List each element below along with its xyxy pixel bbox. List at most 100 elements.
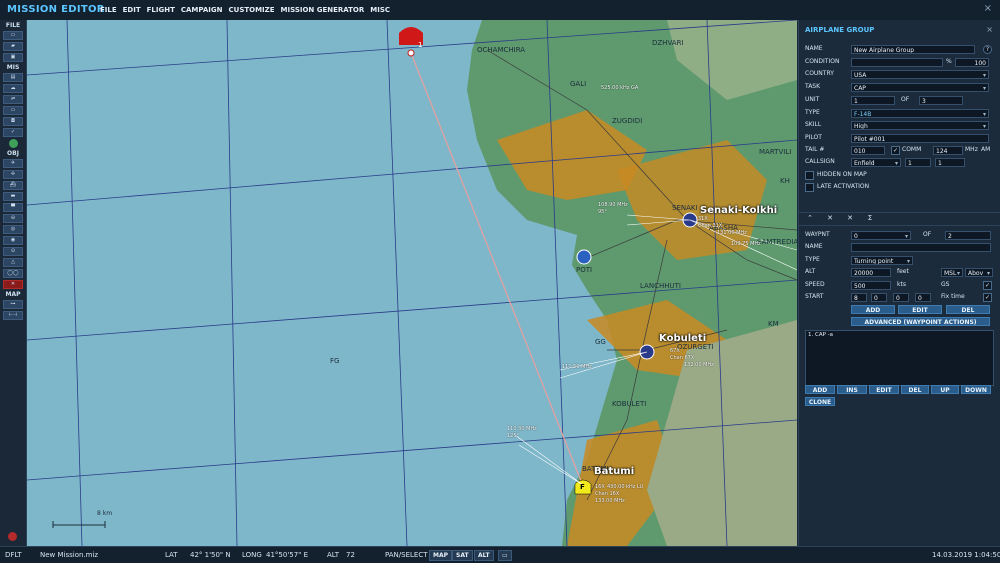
alt-ref2-select[interactable]: Abov bbox=[965, 267, 993, 277]
save-icon[interactable]: ▣ bbox=[3, 53, 23, 62]
tab-route[interactable]: ⌃ bbox=[803, 214, 817, 224]
action-edit-button[interactable]: EDIT bbox=[869, 385, 899, 394]
batumi-letter: F bbox=[580, 483, 585, 491]
alt-field[interactable]: 20000 bbox=[851, 267, 891, 277]
action-clone-button[interactable]: CLONE bbox=[805, 397, 835, 406]
start-sec[interactable]: 0 bbox=[915, 292, 931, 302]
open-folder-icon[interactable]: ▰ bbox=[3, 42, 23, 51]
check-icon[interactable]: ✓ bbox=[3, 128, 23, 137]
fob-icon[interactable]: ◎ bbox=[3, 225, 23, 234]
help-icon[interactable]: ? bbox=[983, 44, 992, 54]
advanced-actions-button[interactable]: ADVANCED (WAYPOINT ACTIONS) bbox=[851, 317, 990, 326]
tab-summary[interactable]: Σ bbox=[863, 214, 877, 224]
menu-file[interactable]: FILE bbox=[100, 6, 117, 14]
measure-icon[interactable]: ⊢⊣ bbox=[3, 311, 23, 320]
delete-icon[interactable]: ✕ bbox=[3, 280, 23, 289]
waypoint-marker[interactable] bbox=[407, 49, 415, 57]
unit-stepper[interactable]: 1 bbox=[851, 95, 895, 105]
menu-customize[interactable]: CUSTOMIZE bbox=[229, 6, 275, 14]
action-delete-button[interactable]: DEL bbox=[901, 385, 929, 394]
tail-field[interactable]: 010 bbox=[851, 145, 885, 155]
zone-icon[interactable]: ⊙ bbox=[3, 247, 23, 256]
group-icon[interactable]: ◯◯ bbox=[3, 269, 23, 278]
start-min[interactable]: 0 bbox=[893, 292, 909, 302]
menu-flight[interactable]: FLIGHT bbox=[147, 6, 175, 14]
ship-icon[interactable]: ⛴ bbox=[3, 181, 23, 190]
map-mode-button[interactable]: MAP bbox=[429, 550, 453, 561]
action-insert-button[interactable]: INS bbox=[837, 385, 867, 394]
map-canvas[interactable] bbox=[27, 20, 797, 546]
alt-ref-select[interactable]: MSL bbox=[941, 267, 963, 277]
menu-campaign[interactable]: CAMPAIGN bbox=[181, 6, 223, 14]
close-icon[interactable]: × bbox=[984, 3, 992, 14]
unit-total-field[interactable]: 3 bbox=[919, 95, 963, 105]
speed-field[interactable]: 500 bbox=[851, 280, 891, 290]
sat-mode-button[interactable]: SAT bbox=[452, 550, 473, 561]
briefing-icon[interactable]: ▤ bbox=[3, 73, 23, 82]
record-icon[interactable] bbox=[8, 532, 17, 541]
gs-checkbox[interactable]: ✓ bbox=[983, 281, 992, 290]
tab-targets[interactable]: ✕ bbox=[823, 214, 837, 224]
menu-mission-generator[interactable]: MISSION GENERATOR bbox=[281, 6, 365, 14]
alt-mode-button[interactable]: ALT bbox=[474, 550, 494, 561]
start-day[interactable]: 8 bbox=[851, 292, 867, 302]
panel-close-icon[interactable]: × bbox=[986, 25, 993, 34]
late-activation-checkbox[interactable] bbox=[805, 183, 814, 192]
wp-name-field[interactable] bbox=[851, 242, 991, 252]
weather-icon[interactable]: ☁ bbox=[3, 84, 23, 93]
action-item[interactable]: 1. CAP -a bbox=[806, 331, 993, 339]
triangle-icon[interactable]: △ bbox=[3, 258, 23, 267]
grid-zone-label: GG bbox=[595, 338, 606, 346]
scale-label: 8 km bbox=[97, 510, 113, 517]
static-object-icon[interactable]: ⊖ bbox=[3, 214, 23, 223]
poti-marker[interactable] bbox=[576, 249, 592, 265]
condition-field[interactable] bbox=[851, 57, 943, 67]
task-select[interactable]: CAP bbox=[851, 82, 989, 92]
tank-icon[interactable]: ▀ bbox=[3, 203, 23, 212]
fix-time-checkbox[interactable]: ✓ bbox=[983, 293, 992, 302]
pilot-field[interactable]: Pilot #001 bbox=[851, 133, 989, 143]
hidden-checkbox[interactable] bbox=[805, 171, 814, 180]
new-file-icon[interactable]: ▭ bbox=[3, 31, 23, 40]
type-select[interactable]: F-14B bbox=[851, 108, 989, 118]
add-waypoint-button[interactable]: ADD bbox=[851, 305, 895, 314]
toolbar-file-label: FILE bbox=[5, 22, 21, 29]
condition-value[interactable]: 100 bbox=[955, 57, 989, 67]
comm-field[interactable]: 124 bbox=[933, 145, 963, 155]
callsign-number-2[interactable]: 1 bbox=[935, 157, 965, 167]
wp-type-select[interactable]: Turning point bbox=[851, 255, 913, 265]
delete-waypoint-button[interactable]: DEL bbox=[946, 305, 990, 314]
mhz-label: MHz bbox=[965, 146, 978, 153]
actions-list[interactable]: 1. CAP -a bbox=[805, 330, 994, 386]
goals-icon[interactable]: ◘ bbox=[3, 117, 23, 126]
tab-payload[interactable]: ✕ bbox=[843, 214, 857, 224]
edit-waypoint-button[interactable]: EDIT bbox=[898, 305, 942, 314]
menu-edit[interactable]: EDIT bbox=[123, 6, 141, 14]
name-field[interactable]: New Airplane Group bbox=[851, 44, 975, 54]
ruler-icon[interactable]: ⊶ bbox=[3, 300, 23, 309]
menu-misc[interactable]: MISC bbox=[370, 6, 390, 14]
callsign-select[interactable]: Enfield bbox=[851, 157, 901, 167]
globe-icon[interactable] bbox=[8, 139, 18, 148]
action-add-button[interactable]: ADD bbox=[805, 385, 835, 394]
start-hour[interactable]: 0 bbox=[871, 292, 887, 302]
action-down-button[interactable]: DOWN bbox=[961, 385, 991, 394]
place-label: POTI bbox=[576, 266, 593, 274]
lat-value: 42° 1'50" N bbox=[190, 551, 231, 559]
skill-select[interactable]: High bbox=[851, 120, 989, 130]
mine-icon[interactable]: ◉ bbox=[3, 236, 23, 245]
comm-checkbox[interactable]: ✓ bbox=[891, 146, 900, 155]
country-select[interactable]: USA bbox=[851, 69, 989, 79]
trigger-zone-icon[interactable]: ▭ bbox=[3, 106, 23, 115]
helicopter-icon[interactable]: ✢ bbox=[3, 170, 23, 179]
vehicle-icon[interactable]: ▬ bbox=[3, 192, 23, 201]
map-view[interactable]: OCHAMCHIRA DZHVARI GALI ZUGDIDI MARTVILI… bbox=[27, 20, 797, 546]
airplane-icon[interactable]: ✈ bbox=[3, 159, 23, 168]
waypoint-select[interactable]: 0 bbox=[851, 230, 911, 240]
callsign-number-1[interactable]: 1 bbox=[905, 157, 931, 167]
camera-icon[interactable]: ▭ bbox=[498, 550, 512, 561]
action-up-button[interactable]: UP bbox=[931, 385, 959, 394]
callsign-label: CALLSIGN bbox=[805, 158, 835, 165]
place-label: GALI bbox=[570, 80, 587, 88]
triggers-icon[interactable]: ⇌ bbox=[3, 95, 23, 104]
